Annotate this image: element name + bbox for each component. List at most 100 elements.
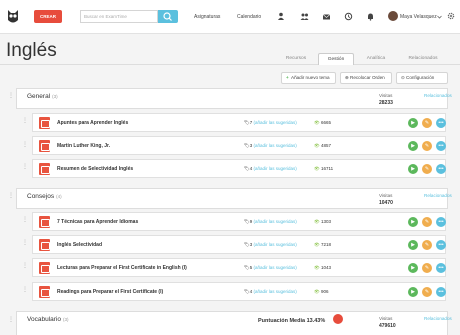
drag-handle-icon[interactable]: ⋮: [8, 192, 14, 199]
notes-icon: [39, 216, 50, 228]
resource-row[interactable]: Lecturas para Preparar el First Certific…: [32, 258, 446, 277]
resource-title[interactable]: Lecturas para Preparar el First Certific…: [57, 265, 187, 271]
related-link[interactable]: Relacionados: [424, 93, 452, 98]
tab-related[interactable]: Relacionados: [402, 53, 444, 65]
edit-button[interactable]: ✎: [422, 287, 432, 297]
views-count: 👁 16711: [314, 166, 334, 171]
add-suggested-tags-link[interactable]: (añadir las sugeridas): [254, 166, 297, 171]
related-link[interactable]: Relacionados: [424, 193, 452, 198]
drag-handle-icon[interactable]: ⋮: [8, 92, 14, 99]
views-count: 👁 1043: [314, 265, 331, 270]
nav-subjects[interactable]: Asignaturas: [194, 14, 220, 20]
edit-button[interactable]: ✎: [422, 118, 432, 128]
play-button[interactable]: ▶: [408, 263, 418, 273]
topic-section-vocabulary: Vocabulario (3) Visitas 479610 Relacionad…: [16, 311, 452, 335]
create-button[interactable]: CREAR: [34, 10, 62, 23]
add-suggested-tags-link[interactable]: (añadir las sugeridas): [254, 219, 297, 224]
section-title: Consejos (4): [27, 193, 62, 200]
drag-handle-icon[interactable]: ⋮: [22, 216, 28, 223]
eye-icon: 👁: [314, 289, 320, 294]
visits-label: Visitas: [379, 93, 393, 98]
drag-handle-icon[interactable]: ⋮: [8, 316, 14, 323]
notifications-icon[interactable]: [366, 12, 375, 21]
reorder-label: Recolocar Orden: [350, 75, 385, 80]
resource-title[interactable]: Martin Luther King, Jr.: [57, 143, 110, 149]
play-button[interactable]: ▶: [408, 118, 418, 128]
add-suggested-tags-link[interactable]: (añadir las sugeridas): [254, 289, 297, 294]
resource-row[interactable]: Apuntes para Aprender Inglés 🏷7 (añadir …: [32, 113, 446, 132]
more-button[interactable]: •••: [436, 141, 446, 151]
settings-button[interactable]: ⊙Configuración: [396, 72, 448, 84]
group-icon[interactable]: [300, 12, 309, 21]
resource-title[interactable]: Inglés Selectividad: [57, 242, 102, 248]
edit-button[interactable]: ✎: [422, 141, 432, 151]
drag-handle-icon[interactable]: ⋮: [22, 141, 28, 148]
resource-title[interactable]: 7 Técnicas para Aprender Idiomas: [57, 219, 138, 225]
drag-handle-icon[interactable]: ⋮: [22, 117, 28, 124]
nav-calendar[interactable]: Calendario: [237, 14, 261, 20]
visits-label: Visitas: [379, 193, 393, 198]
more-button[interactable]: •••: [436, 217, 446, 227]
more-button[interactable]: •••: [436, 263, 446, 273]
reorder-button[interactable]: ⊕Recolocar Orden: [340, 72, 392, 84]
resource-row[interactable]: Resumen de Selectividad Inglés 🏷4 (añadi…: [32, 159, 446, 178]
search-input[interactable]: Buscar en ExamTime: [80, 10, 158, 23]
person-add-icon[interactable]: [277, 12, 286, 21]
more-button[interactable]: •••: [436, 287, 446, 297]
section-title: Vocabulario (3): [27, 316, 69, 323]
tab-analytics[interactable]: Analítica: [358, 53, 394, 65]
resource-title[interactable]: Apuntes para Aprender Inglés: [57, 120, 128, 126]
edit-button[interactable]: ✎: [422, 240, 432, 250]
eye-icon: 👁: [314, 143, 320, 148]
gear-icon[interactable]: [447, 12, 455, 20]
resource-row[interactable]: Readings para Preparar el First Certific…: [32, 282, 446, 301]
resource-title[interactable]: Readings para Preparar el First Certific…: [57, 289, 163, 295]
more-button[interactable]: •••: [436, 164, 446, 174]
resource-row[interactable]: Inglés Selectividad 🏷3 (añadir las suger…: [32, 235, 446, 254]
notes-icon: [39, 286, 50, 298]
tab-resources[interactable]: Recursos: [278, 53, 314, 65]
related-link[interactable]: Relacionados: [424, 316, 452, 321]
history-icon[interactable]: [344, 12, 353, 21]
mail-icon[interactable]: [322, 12, 331, 21]
resource-row[interactable]: Martin Luther King, Jr. 🏷3 (añadir las s…: [32, 136, 446, 155]
play-button[interactable]: ▶: [408, 217, 418, 227]
tags-info: 🏷3 (añadir las sugeridas): [244, 143, 297, 148]
play-button[interactable]: ▶: [408, 287, 418, 297]
user-name[interactable]: Maya Velasquez: [400, 14, 437, 20]
more-button[interactable]: •••: [436, 118, 446, 128]
search-button[interactable]: [158, 10, 178, 23]
add-suggested-tags-link[interactable]: (añadir las sugeridas): [254, 143, 297, 148]
tab-management[interactable]: Gestión: [318, 53, 354, 65]
resource-title[interactable]: Resumen de Selectividad Inglés: [57, 166, 133, 172]
user-avatar[interactable]: [388, 11, 398, 21]
section-title: General (3): [27, 93, 58, 100]
tags-info: 🏷9 (añadir las sugeridas): [244, 219, 297, 224]
resource-row[interactable]: 7 Técnicas para Aprender Idiomas 🏷9 (aña…: [32, 212, 446, 231]
drag-handle-icon[interactable]: ⋮: [22, 262, 28, 269]
add-suggested-tags-link[interactable]: (añadir las sugeridas): [254, 120, 297, 125]
chevron-down-icon[interactable]: [437, 15, 442, 19]
add-suggested-tags-link[interactable]: (añadir las sugeridas): [254, 265, 297, 270]
settings-label: Configuración: [406, 75, 435, 80]
more-button[interactable]: •••: [436, 240, 446, 250]
drag-handle-icon[interactable]: ⋮: [22, 286, 28, 293]
play-button[interactable]: ▶: [408, 164, 418, 174]
add-suggested-tags-link[interactable]: (añadir las sugeridas): [254, 242, 297, 247]
drag-handle-icon[interactable]: ⋮: [22, 163, 28, 170]
play-button[interactable]: ▶: [408, 240, 418, 250]
visits-value: 479610: [379, 323, 396, 329]
notes-icon: [39, 163, 50, 175]
topic-section-general: General (3) Visitas 28233 Relacionados: [16, 88, 452, 109]
drag-handle-icon[interactable]: ⋮: [22, 239, 28, 246]
play-button[interactable]: ▶: [408, 141, 418, 151]
add-topic-button[interactable]: + Añadir nuevo tema: [281, 72, 336, 84]
owl-logo-icon[interactable]: [6, 8, 20, 26]
topic-section-tips: Consejos (4) Visitas 10470 Relacionados: [16, 188, 452, 209]
visits-value: 10470: [379, 200, 393, 206]
edit-button[interactable]: ✎: [422, 217, 432, 227]
edit-button[interactable]: ✎: [422, 263, 432, 273]
edit-button[interactable]: ✎: [422, 164, 432, 174]
add-topic-label: Añadir nuevo tema: [291, 75, 330, 80]
tags-info: 🏷4 (añadir las sugeridas): [244, 289, 297, 294]
